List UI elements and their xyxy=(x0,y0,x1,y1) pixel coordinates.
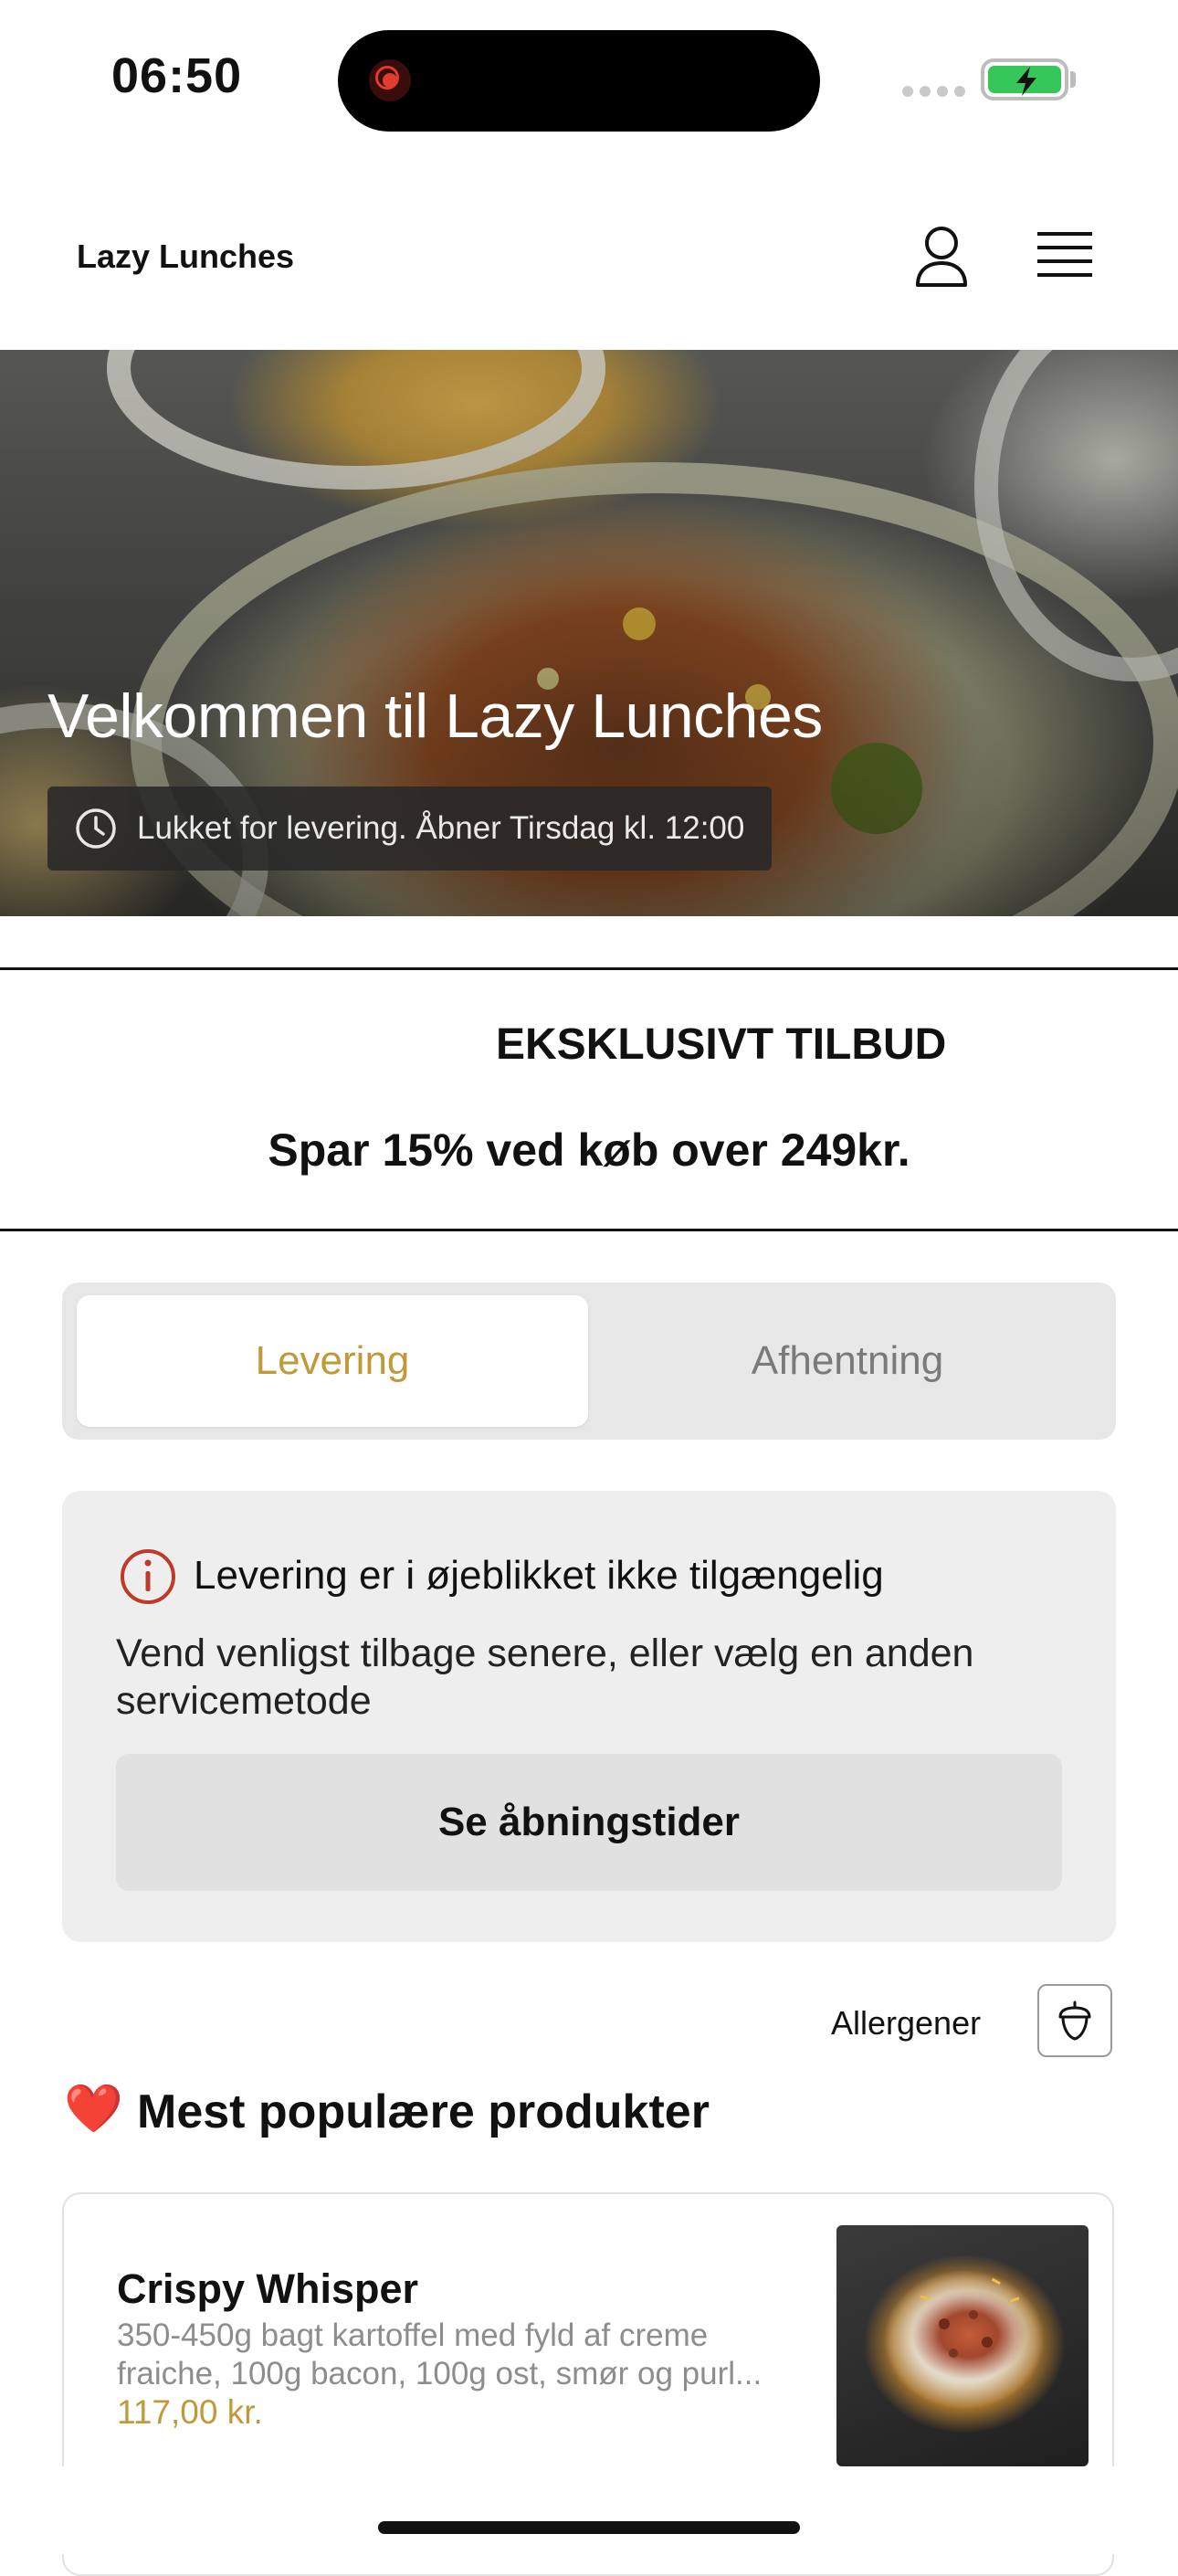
user-icon[interactable] xyxy=(913,225,970,293)
battery-icon xyxy=(981,58,1068,100)
tab-pickup[interactable]: Afhentning xyxy=(592,1295,1103,1427)
product-price: 117,00 kr. xyxy=(117,2393,263,2431)
product-name[interactable]: Crispy Whisper xyxy=(117,2265,418,2313)
charging-bolt-icon xyxy=(1016,67,1036,96)
dynamic-island xyxy=(338,30,820,132)
status-time: 06:50 xyxy=(111,48,243,103)
offer-subtitle: Spar 15% ved køb over 249kr. xyxy=(268,1124,910,1176)
hamburger-menu-icon[interactable] xyxy=(1036,230,1094,286)
section-title-popular: Mest populære produkter xyxy=(137,2085,710,2138)
product-description: 350-450g bagt kartoffel med fyld af crem… xyxy=(117,2317,763,2391)
closed-status-text: Lukket for levering. Åbner Tirsdag kl. 1… xyxy=(137,810,745,846)
info-alert-icon xyxy=(119,1547,177,1610)
brand-name[interactable]: Lazy Lunches xyxy=(77,238,294,276)
home-indicator[interactable] xyxy=(378,2521,800,2534)
closed-status-badge: Lukket for levering. Åbner Tirsdag kl. 1… xyxy=(47,787,773,871)
allergens-label[interactable]: Allergener xyxy=(831,2004,981,2043)
acorn-icon xyxy=(1058,2001,1091,2041)
clock-icon xyxy=(76,808,116,849)
tab-delivery[interactable]: Levering xyxy=(77,1295,588,1427)
screen-recording-icon xyxy=(369,59,411,101)
offer-title: EKSKLUSIVT TILBUD xyxy=(496,1020,947,1069)
battery-cap xyxy=(1070,71,1076,88)
opening-hours-button[interactable]: Se åbningstider xyxy=(116,1754,1062,1891)
notice-title: Levering er i øjeblikket ikke tilgængeli… xyxy=(194,1553,884,1598)
heart-icon: ❤️ xyxy=(64,2083,123,2136)
allergens-button[interactable] xyxy=(1037,1984,1112,2057)
hero-title: Velkommen til Lazy Lunches xyxy=(47,681,823,751)
cellular-signal-icon xyxy=(902,86,965,97)
notice-body: Vend venligst tilbage senere, eller vælg… xyxy=(116,1631,974,1723)
product-image[interactable] xyxy=(836,2225,1089,2466)
bottom-safe-area xyxy=(0,2466,1178,2554)
offer-divider-top xyxy=(0,967,1178,970)
offer-divider-bottom xyxy=(0,1229,1178,1231)
